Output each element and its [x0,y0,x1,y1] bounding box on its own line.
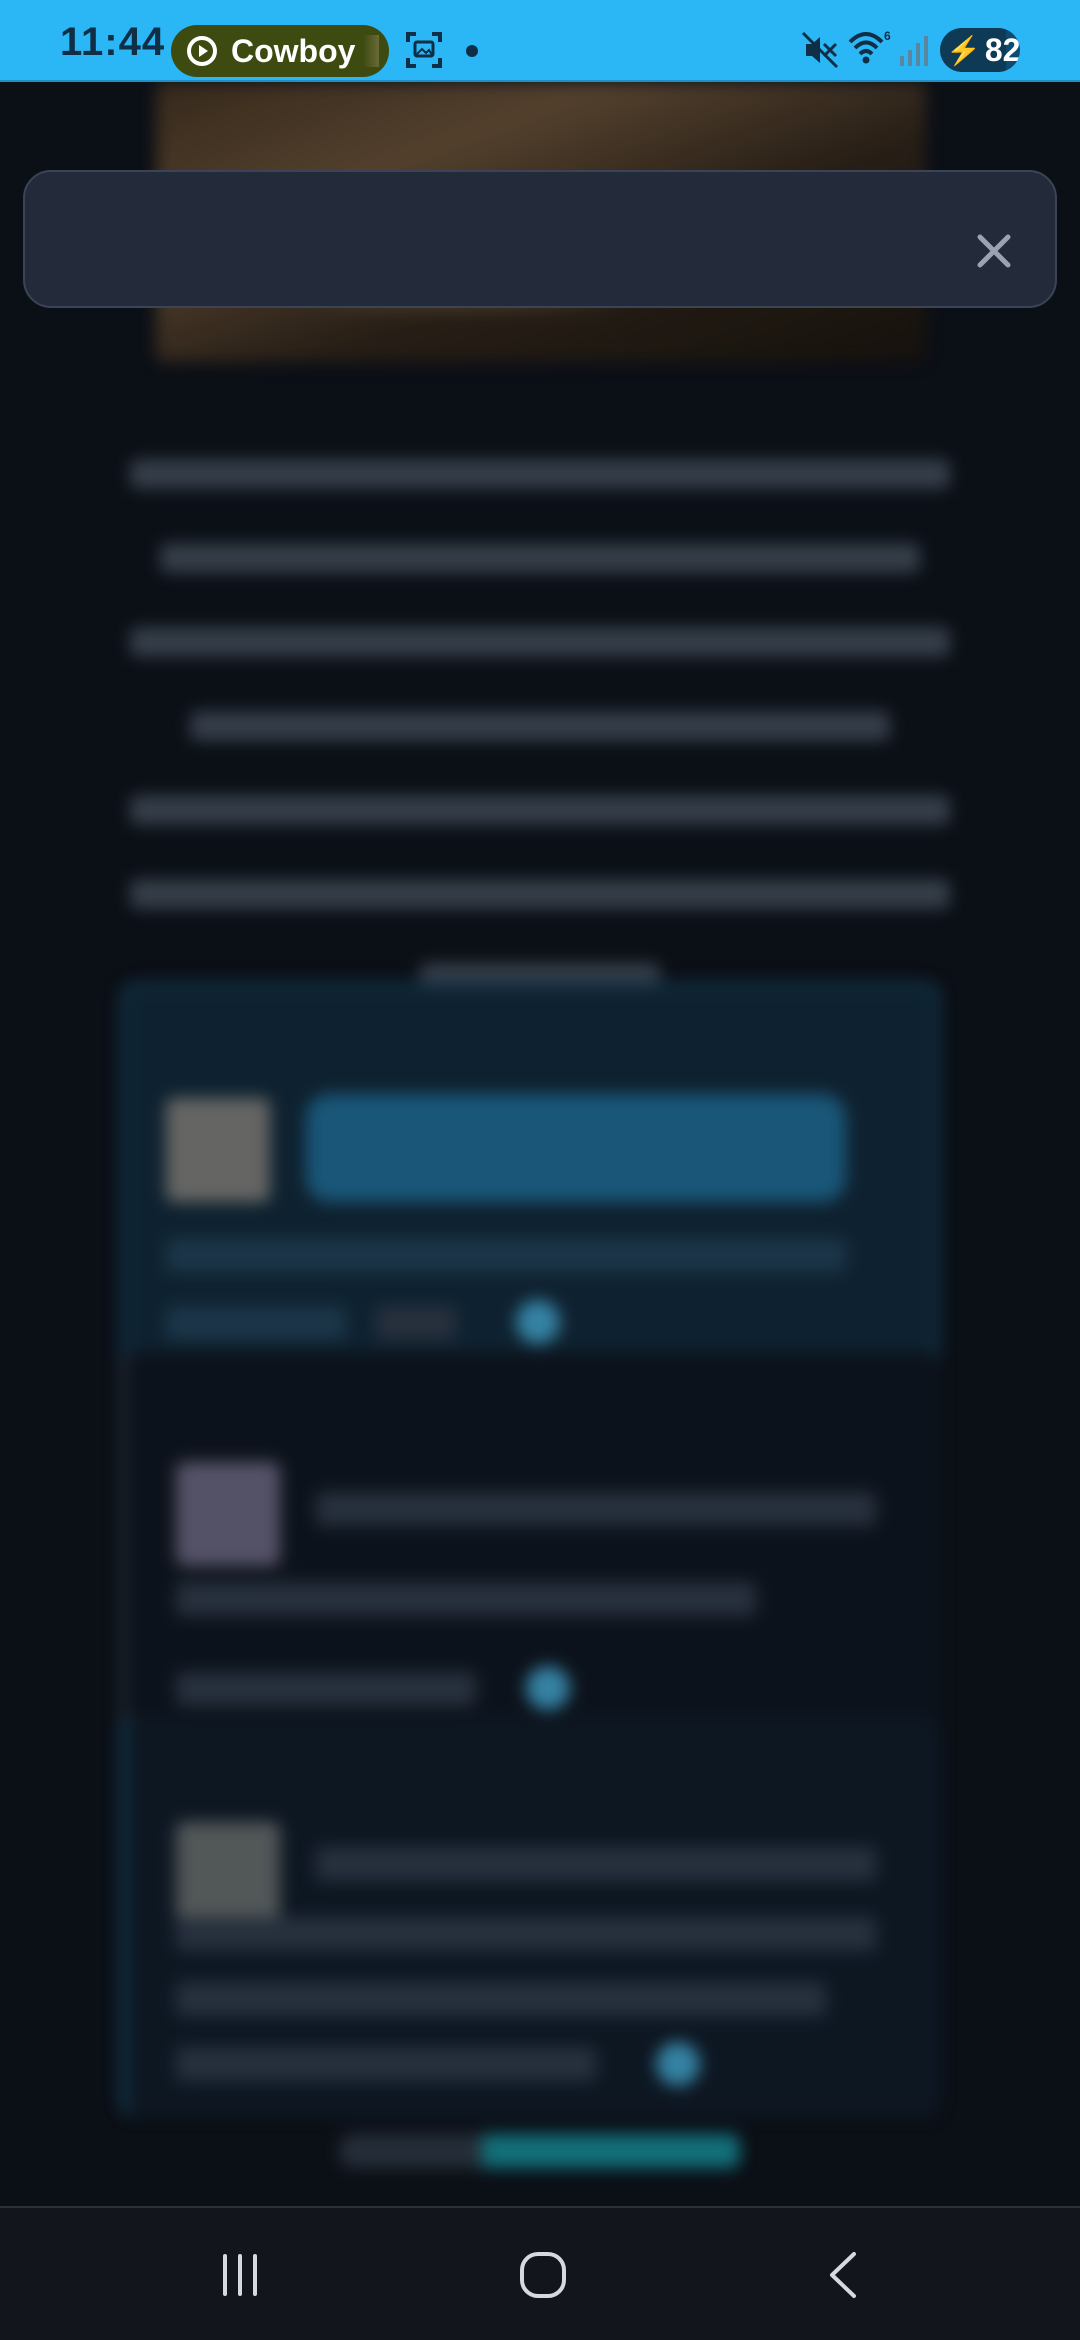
battery-level: 82 [984,31,1020,68]
message-card [120,1717,940,2117]
screen: 11:44 Cowboy 6 ⚡ 82 [0,0,1080,2340]
back-icon [830,2252,856,2298]
avatar [176,1462,280,1566]
notification-dot-icon [466,45,478,57]
mute-icon [801,31,839,69]
blurred-background [0,82,1080,2206]
play-icon [187,36,217,66]
close-icon [977,234,1011,268]
navigation-bar [0,2206,1080,2340]
wifi-icon: 6 [848,29,891,64]
message-bubble [306,1094,846,1202]
status-clock: 11:44 [60,20,166,64]
message-card [120,1352,940,1752]
intro-text-placeholder [120,442,960,1030]
home-button[interactable] [503,2240,583,2310]
battery-indicator: ⚡ 82 [940,28,1020,72]
media-app-name: Cowboy [231,32,356,69]
avatar [176,1822,280,1926]
recents-button[interactable] [200,2240,280,2310]
notification-toast[interactable] [23,170,1057,308]
status-bar: 11:44 Cowboy 6 ⚡ 82 [0,0,1080,82]
avatar [166,1098,270,1202]
bottom-progress-blur [340,2134,740,2168]
screenshot-icon [406,32,442,68]
message-card [120,982,940,1382]
home-icon [520,2252,566,2298]
svg-text:6: 6 [884,29,891,43]
media-pill[interactable]: Cowboy [171,25,389,77]
battery-charging-icon: ⚡ [946,34,981,66]
back-button[interactable] [805,2240,885,2310]
signal-icon [900,36,928,66]
close-button[interactable] [969,226,1019,276]
recents-icon [223,2254,257,2296]
